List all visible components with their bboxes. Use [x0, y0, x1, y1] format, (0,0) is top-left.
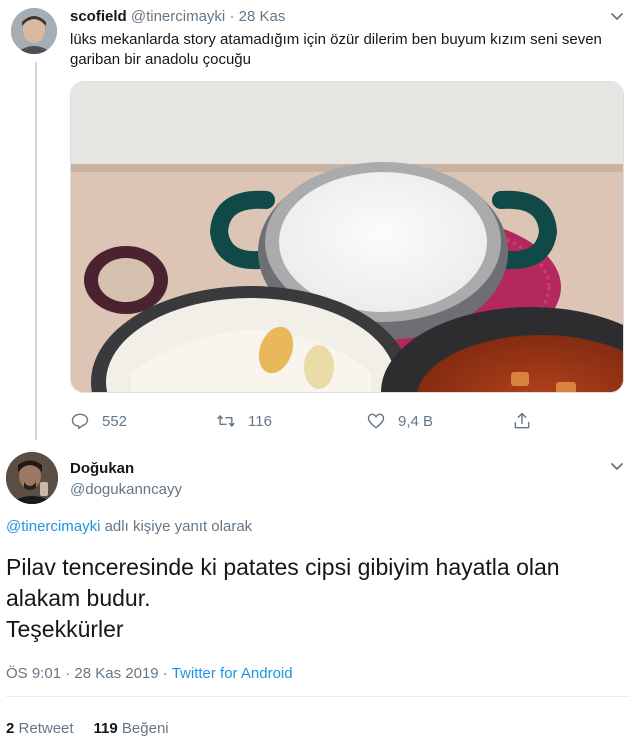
separator: · [61, 665, 75, 682]
like-stat[interactable]: 119 Beğeni [94, 720, 169, 737]
tweet-menu-button[interactable] [606, 6, 628, 26]
chevron-down-icon [611, 13, 623, 20]
separator: · [229, 8, 235, 25]
reply-text-line: Teşekkürler [6, 616, 124, 642]
like-count: 9,4 B [398, 412, 434, 430]
reply-date[interactable]: 28 Kas 2019 [74, 665, 158, 682]
reply-icon [71, 413, 89, 430]
retweet-button[interactable]: 116 [216, 408, 272, 434]
reply-menu-button[interactable] [606, 456, 628, 476]
tweet-actions: 552 116 9,4 B [70, 408, 550, 434]
author-handle[interactable]: @tinercimayki [131, 8, 225, 25]
share-button[interactable] [512, 408, 544, 434]
reply-to-text: adlı kişiye yanıt olarak [100, 518, 253, 535]
separator: · [158, 665, 172, 682]
share-icon [514, 412, 530, 429]
retweet-stat[interactable]: 2 Retweet [6, 720, 74, 737]
reply-metadata: ÖS 9:01 · 28 Kas 2019 · Twitter for Andr… [6, 665, 293, 683]
reply-source-link[interactable]: Twitter for Android [172, 665, 293, 682]
retweet-icon [217, 415, 235, 427]
reply-author-handle[interactable]: @dogukanncayy [70, 481, 182, 499]
thread-connector-line [35, 62, 37, 440]
chevron-down-icon [611, 463, 623, 470]
like-icon [367, 413, 385, 429]
tweet-photo[interactable] [70, 81, 624, 393]
reply-text-line: Pilav tenceresinde ki patates cipsi gibi… [6, 554, 560, 611]
tweet-date[interactable]: 28 Kas [239, 8, 286, 25]
reply-text: Pilav tenceresinde ki patates cipsi gibi… [6, 552, 626, 645]
retweet-stat-count: 2 [6, 720, 15, 737]
reply-avatar[interactable] [6, 452, 58, 504]
reply-count: 552 [102, 412, 128, 430]
reply-button[interactable]: 552 [70, 408, 127, 434]
reply-avatar-image [6, 452, 58, 504]
retweet-stat-label: Retweet [18, 720, 74, 737]
retweet-count: 116 [248, 412, 272, 430]
reply-stats: 2 Retweet 119 Beğeni [6, 720, 169, 738]
author-name[interactable]: scofield [70, 8, 127, 25]
avatar-image [11, 8, 57, 54]
like-stat-count: 119 [93, 720, 118, 737]
reply-author-name[interactable]: Doğukan [70, 460, 134, 478]
reply-time[interactable]: ÖS 9:01 [6, 665, 61, 682]
tweet-header: scofield @tinercimayki · 28 Kas [70, 8, 285, 26]
avatar[interactable] [11, 8, 57, 54]
replying-to: @tinercimayki adlı kişiye yanıt olarak [6, 518, 252, 536]
tweet-text: lüks mekanlarda story atamadığım için öz… [70, 31, 602, 68]
reply-to-mention[interactable]: @tinercimayki [6, 518, 100, 535]
like-stat-label: Beğeni [121, 720, 169, 737]
food-photo-illustration [71, 82, 623, 392]
divider [6, 696, 630, 697]
like-button[interactable]: 9,4 B [366, 408, 433, 434]
